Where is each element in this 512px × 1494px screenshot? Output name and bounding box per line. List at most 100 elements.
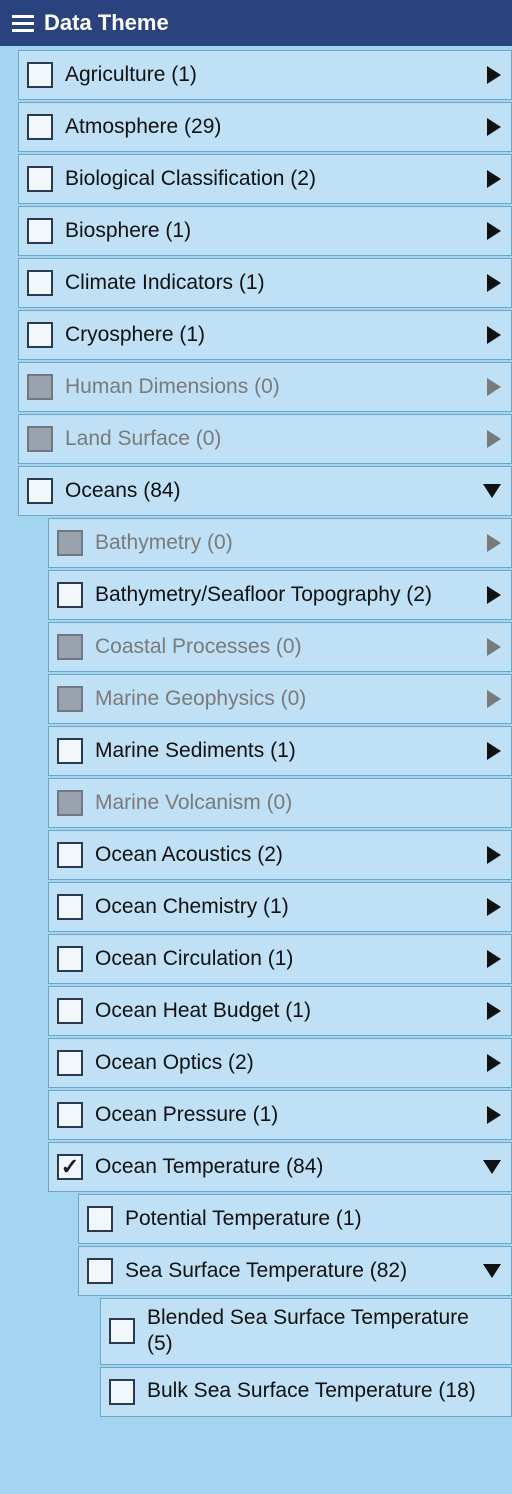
row-label: Ocean Circulation (1) bbox=[95, 946, 475, 972]
row-label: Coastal Processes (0) bbox=[95, 634, 475, 660]
data-theme-panel: Data Theme Agriculture (1) Atmosphere (29… bbox=[0, 0, 512, 1417]
tree-row[interactable]: Agriculture (1) bbox=[18, 50, 512, 100]
row-label: Biological Classification (2) bbox=[65, 166, 475, 192]
expand-right-icon[interactable] bbox=[487, 898, 501, 916]
expand-right-icon[interactable] bbox=[487, 118, 501, 136]
row-label: Ocean Pressure (1) bbox=[95, 1102, 475, 1128]
row-label: Sea Surface Temperature (82) bbox=[125, 1258, 471, 1284]
row-label: Ocean Temperature (84) bbox=[95, 1154, 471, 1180]
tree-row[interactable]: Sea Surface Temperature (82) bbox=[78, 1246, 512, 1296]
row-label: Potential Temperature (1) bbox=[125, 1206, 489, 1232]
row-checkbox[interactable] bbox=[57, 1102, 83, 1128]
row-checkbox bbox=[57, 634, 83, 660]
tree-row[interactable]: Cryosphere (1) bbox=[18, 310, 512, 360]
expand-right-icon[interactable] bbox=[487, 170, 501, 188]
expand-right-icon[interactable] bbox=[487, 1054, 501, 1072]
expand-right-icon[interactable] bbox=[487, 66, 501, 84]
row-checkbox[interactable] bbox=[27, 166, 53, 192]
tree-row[interactable]: Ocean Optics (2) bbox=[48, 1038, 512, 1088]
hamburger-icon[interactable] bbox=[12, 14, 34, 32]
row-checkbox[interactable] bbox=[27, 322, 53, 348]
panel-header[interactable]: Data Theme bbox=[0, 0, 512, 46]
row-checkbox[interactable] bbox=[57, 842, 83, 868]
row-checkbox[interactable] bbox=[27, 114, 53, 140]
row-checkbox bbox=[57, 686, 83, 712]
expand-right-icon[interactable] bbox=[487, 846, 501, 864]
row-label: Marine Sediments (1) bbox=[95, 738, 475, 764]
tree-row[interactable]: Ocean Heat Budget (1) bbox=[48, 986, 512, 1036]
tree-row[interactable]: Bathymetry/Seafloor Topography (2) bbox=[48, 570, 512, 620]
expand-right-icon[interactable] bbox=[487, 222, 501, 240]
row-label: Land Surface (0) bbox=[65, 426, 475, 452]
tree-row: Human Dimensions (0) bbox=[18, 362, 512, 412]
row-label: Bathymetry (0) bbox=[95, 530, 475, 556]
row-checkbox[interactable] bbox=[27, 478, 53, 504]
row-checkbox bbox=[27, 374, 53, 400]
tree-row[interactable]: Ocean Chemistry (1) bbox=[48, 882, 512, 932]
expand-right-icon[interactable] bbox=[487, 326, 501, 344]
row-label: Bulk Sea Surface Temperature (18) bbox=[147, 1378, 489, 1404]
tree-row[interactable]: Marine Sediments (1) bbox=[48, 726, 512, 776]
expand-down-icon[interactable] bbox=[483, 1264, 501, 1278]
expand-down-icon[interactable] bbox=[483, 484, 501, 498]
row-checkbox[interactable] bbox=[57, 894, 83, 920]
expand-right-icon[interactable] bbox=[487, 950, 501, 968]
row-label: Blended Sea Surface Temperature (5) bbox=[147, 1305, 489, 1358]
row-checkbox[interactable] bbox=[87, 1206, 113, 1232]
expand-right-icon[interactable] bbox=[487, 1002, 501, 1020]
row-checkbox bbox=[57, 790, 83, 816]
row-checkbox[interactable] bbox=[27, 62, 53, 88]
tree-row: Coastal Processes (0) bbox=[48, 622, 512, 672]
row-label: Marine Volcanism (0) bbox=[95, 790, 489, 816]
row-checkbox[interactable] bbox=[57, 946, 83, 972]
row-label: Biosphere (1) bbox=[65, 218, 475, 244]
row-label: Marine Geophysics (0) bbox=[95, 686, 475, 712]
row-label: Atmosphere (29) bbox=[65, 114, 475, 140]
row-checkbox[interactable] bbox=[27, 218, 53, 244]
tree-row[interactable]: Blended Sea Surface Temperature (5) bbox=[100, 1298, 512, 1365]
row-label: Cryosphere (1) bbox=[65, 322, 475, 348]
tree-row[interactable]: Ocean Pressure (1) bbox=[48, 1090, 512, 1140]
tree-row[interactable]: Ocean Acoustics (2) bbox=[48, 830, 512, 880]
expand-down-icon[interactable] bbox=[483, 1160, 501, 1174]
tree-row[interactable]: Potential Temperature (1) bbox=[78, 1194, 512, 1244]
panel-title: Data Theme bbox=[44, 10, 169, 36]
tree-row[interactable]: Ocean Circulation (1) bbox=[48, 934, 512, 984]
row-checkbox[interactable] bbox=[57, 1050, 83, 1076]
tree-row[interactable]: Ocean Temperature (84) bbox=[48, 1142, 512, 1192]
row-checkbox bbox=[27, 426, 53, 452]
tree-row: Marine Volcanism (0) bbox=[48, 778, 512, 828]
row-label: Ocean Chemistry (1) bbox=[95, 894, 475, 920]
row-checkbox[interactable] bbox=[57, 998, 83, 1024]
tree-row[interactable]: Oceans (84) bbox=[18, 466, 512, 516]
row-checkbox[interactable] bbox=[109, 1318, 135, 1344]
tree-row: Bathymetry (0) bbox=[48, 518, 512, 568]
row-label: Ocean Heat Budget (1) bbox=[95, 998, 475, 1024]
expand-right-icon[interactable] bbox=[487, 274, 501, 292]
row-label: Oceans (84) bbox=[65, 478, 471, 504]
tree-row[interactable]: Bulk Sea Surface Temperature (18) bbox=[100, 1367, 512, 1417]
row-label: Human Dimensions (0) bbox=[65, 374, 475, 400]
tree-row[interactable]: Biological Classification (2) bbox=[18, 154, 512, 204]
expand-right-icon[interactable] bbox=[487, 586, 501, 604]
row-label: Climate Indicators (1) bbox=[65, 270, 475, 296]
expand-right-icon bbox=[487, 638, 501, 656]
row-label: Ocean Optics (2) bbox=[95, 1050, 475, 1076]
tree-row: Marine Geophysics (0) bbox=[48, 674, 512, 724]
row-checkbox[interactable] bbox=[57, 738, 83, 764]
expand-right-icon[interactable] bbox=[487, 742, 501, 760]
row-checkbox bbox=[57, 530, 83, 556]
tree-row[interactable]: Biosphere (1) bbox=[18, 206, 512, 256]
expand-right-icon bbox=[487, 690, 501, 708]
row-checkbox[interactable] bbox=[57, 582, 83, 608]
tree-row[interactable]: Climate Indicators (1) bbox=[18, 258, 512, 308]
expand-right-icon[interactable] bbox=[487, 1106, 501, 1124]
row-checkbox[interactable] bbox=[109, 1379, 135, 1405]
tree-row[interactable]: Atmosphere (29) bbox=[18, 102, 512, 152]
row-label: Bathymetry/Seafloor Topography (2) bbox=[95, 582, 475, 608]
row-label: Agriculture (1) bbox=[65, 62, 475, 88]
row-checkbox[interactable] bbox=[57, 1154, 83, 1180]
row-checkbox[interactable] bbox=[87, 1258, 113, 1284]
expand-right-icon bbox=[487, 430, 501, 448]
row-checkbox[interactable] bbox=[27, 270, 53, 296]
